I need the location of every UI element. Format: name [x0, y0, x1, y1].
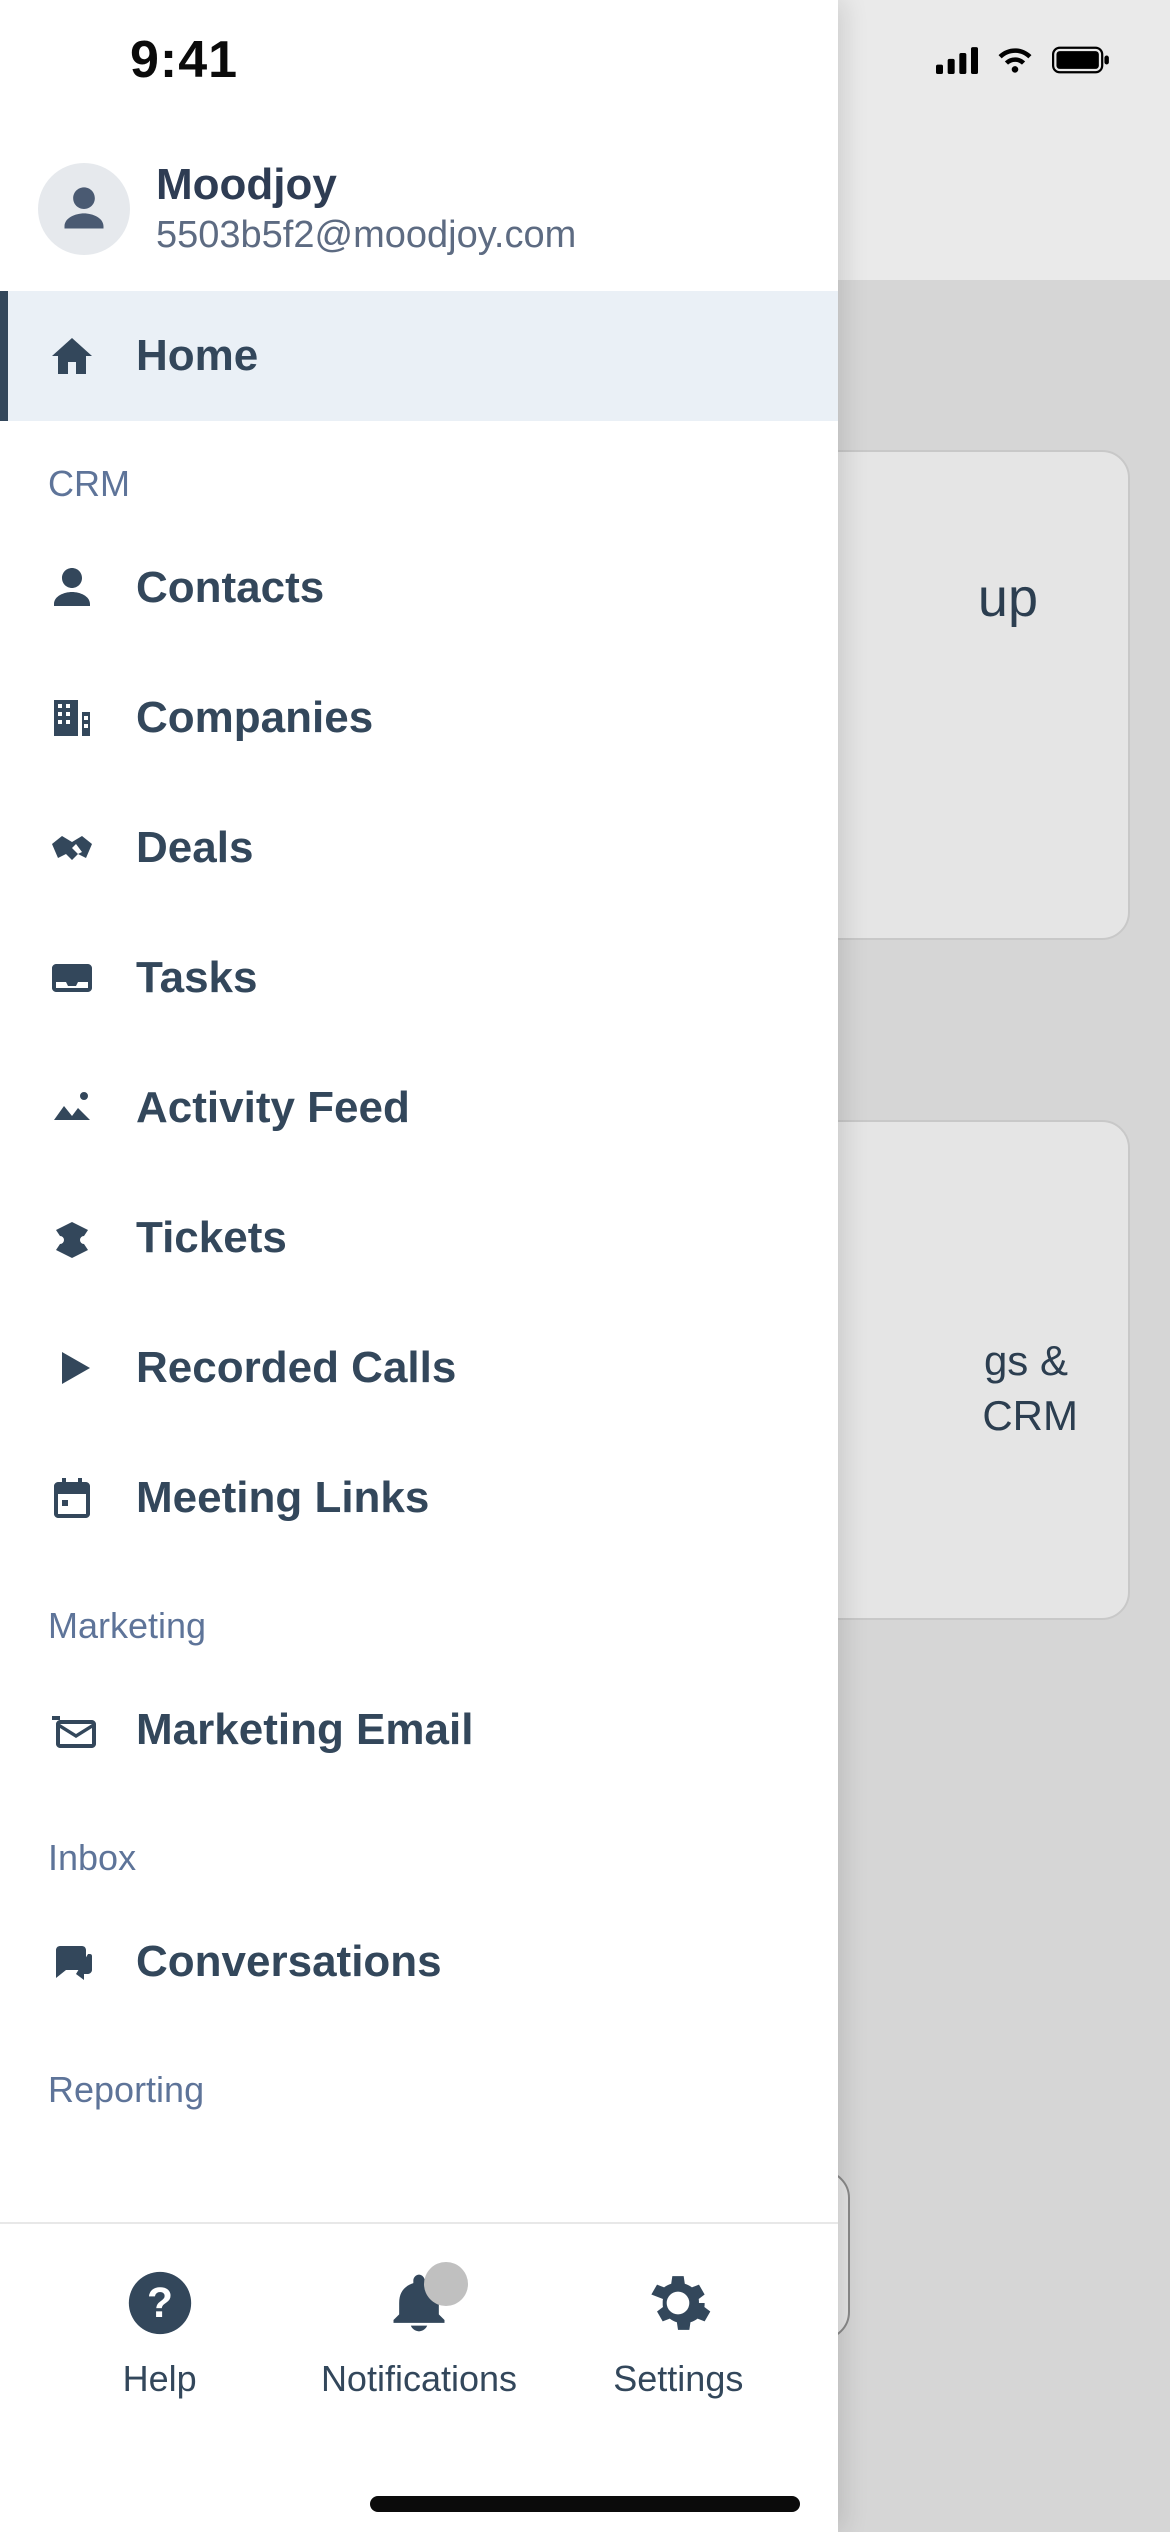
- nav-item-tasks[interactable]: Tasks: [0, 913, 838, 1043]
- battery-icon: [1052, 46, 1110, 74]
- nav-item-recorded-calls[interactable]: Recorded Calls: [0, 1303, 838, 1433]
- section-header-marketing: Marketing: [0, 1563, 838, 1665]
- profile-name: Moodjoy: [156, 160, 576, 210]
- profile-text: Moodjoy 5503b5f2@moodjoy.com: [156, 160, 576, 257]
- wifi-icon: [996, 46, 1034, 74]
- status-bar: 9:41: [0, 0, 1170, 120]
- status-time: 9:41: [130, 30, 238, 90]
- nav-item-label: Conversations: [136, 1937, 442, 1987]
- nav-item-label: Meeting Links: [136, 1473, 429, 1523]
- navigation-drawer: Moodjoy 5503b5f2@moodjoy.com Home CRM Co…: [0, 0, 838, 2532]
- nav-item-conversations[interactable]: Conversations: [0, 1897, 838, 2027]
- nav-item-marketing-email[interactable]: Marketing Email: [0, 1665, 838, 1795]
- help-icon: ?: [123, 2266, 197, 2340]
- nav-item-home[interactable]: Home: [0, 291, 838, 421]
- play-icon: [48, 1344, 96, 1392]
- profile-email: 5503b5f2@moodjoy.com: [156, 214, 576, 257]
- chat-icon: [48, 1938, 96, 1986]
- bottom-item-settings[interactable]: Settings: [563, 2266, 793, 2400]
- nav-item-label: Tasks: [136, 953, 258, 1003]
- nav-item-label: Marketing Email: [136, 1705, 473, 1755]
- section-header-crm: CRM: [0, 421, 838, 523]
- building-icon: [48, 694, 96, 742]
- nav-item-tickets[interactable]: Tickets: [0, 1173, 838, 1303]
- screen: up gs & CRM 9:41: [0, 0, 1170, 2532]
- nav-item-label: Tickets: [136, 1213, 287, 1263]
- status-icons: [936, 46, 1110, 74]
- nav-item-label: Contacts: [136, 563, 324, 613]
- nav-list[interactable]: Home CRM Contacts Companies De: [0, 291, 838, 2222]
- activity-icon: [48, 1084, 96, 1132]
- nav-item-label: Recorded Calls: [136, 1343, 456, 1393]
- nav-item-activity-feed[interactable]: Activity Feed: [0, 1043, 838, 1173]
- nav-item-companies[interactable]: Companies: [0, 653, 838, 783]
- profile-header[interactable]: Moodjoy 5503b5f2@moodjoy.com: [0, 120, 838, 291]
- section-header-inbox: Inbox: [0, 1795, 838, 1897]
- ticket-icon: [48, 1214, 96, 1262]
- tray-icon: [48, 954, 96, 1002]
- email-icon: [48, 1706, 96, 1754]
- bell-icon: [382, 2266, 456, 2340]
- avatar: [38, 163, 130, 255]
- home-icon: [48, 332, 96, 380]
- nav-item-contacts[interactable]: Contacts: [0, 523, 838, 653]
- nav-item-label: Companies: [136, 693, 373, 743]
- handshake-icon: [48, 824, 96, 872]
- cellular-icon: [936, 46, 978, 74]
- svg-text:?: ?: [147, 2280, 173, 2327]
- drawer-bottom-bar: ? Help Notifications Settings: [0, 2222, 838, 2532]
- background-text-fragment: gs &: [984, 1337, 1068, 1385]
- nav-item-label: Home: [136, 331, 258, 381]
- section-header-reporting: Reporting: [0, 2027, 838, 2129]
- nav-item-deals[interactable]: Deals: [0, 783, 838, 913]
- nav-item-label: Deals: [136, 823, 253, 873]
- background-text-fragment: up: [978, 567, 1038, 629]
- nav-item-meeting-links[interactable]: Meeting Links: [0, 1433, 838, 1563]
- calendar-icon: [48, 1474, 96, 1522]
- bottom-item-label: Help: [123, 2358, 197, 2400]
- gear-icon: [641, 2266, 715, 2340]
- background-text-fragment: CRM: [982, 1392, 1078, 1440]
- bottom-item-label: Notifications: [321, 2358, 517, 2400]
- nav-item-label: Activity Feed: [136, 1083, 410, 1133]
- bottom-item-label: Settings: [613, 2358, 743, 2400]
- person-icon: [48, 564, 96, 612]
- notification-indicator: [424, 2262, 468, 2306]
- bottom-item-notifications[interactable]: Notifications: [304, 2266, 534, 2400]
- bottom-item-help[interactable]: ? Help: [45, 2266, 275, 2400]
- home-indicator[interactable]: [370, 2496, 800, 2512]
